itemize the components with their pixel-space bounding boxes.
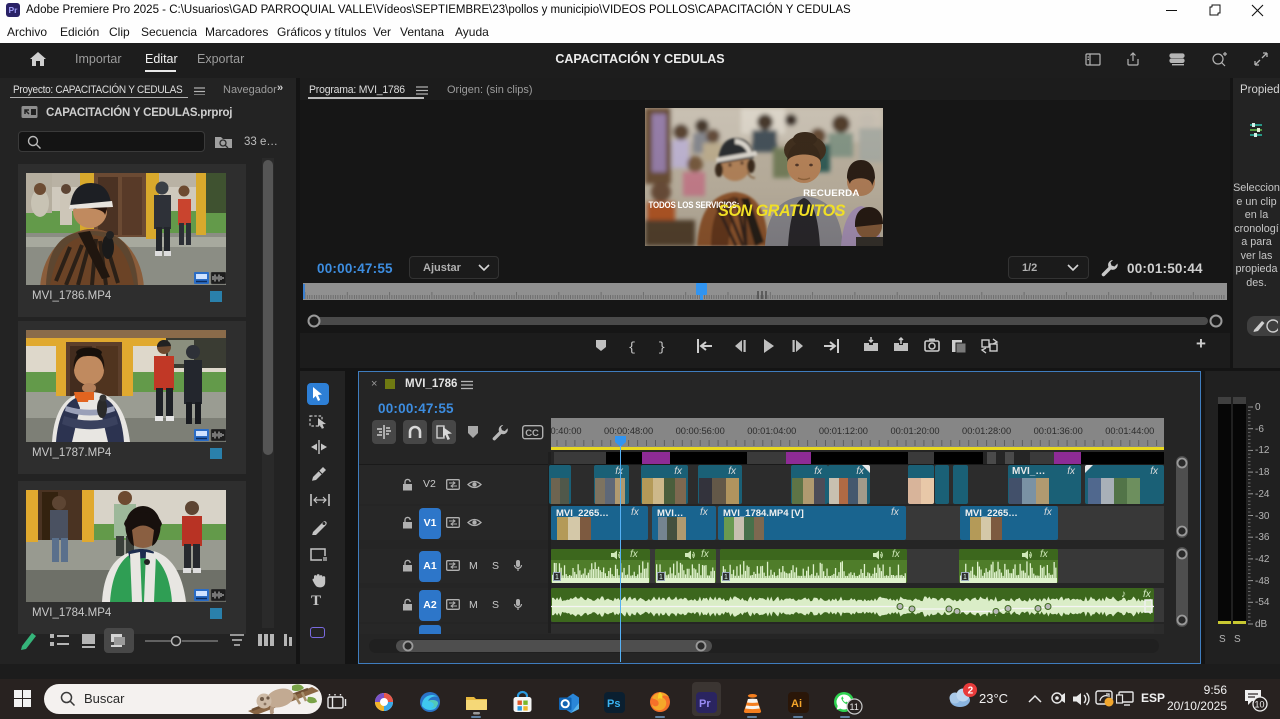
svg-text:Ai: Ai xyxy=(791,698,802,710)
svg-text:SON GRATUITOS: SON GRATUITOS xyxy=(718,201,845,220)
svg-text:}: } xyxy=(658,340,666,355)
svg-text:10: 10 xyxy=(1255,700,1265,710)
svg-text:11: 11 xyxy=(850,702,859,712)
svg-text:{: { xyxy=(628,340,636,355)
svg-text:00:00:48:00: 00:00:48:00 xyxy=(604,426,653,436)
svg-text:00:01:12:00: 00:01:12:00 xyxy=(819,426,868,436)
svg-text:RECUERDA: RECUERDA xyxy=(803,188,859,199)
svg-text:00:00:56:00: 00:00:56:00 xyxy=(676,426,725,436)
svg-text:2: 2 xyxy=(968,686,974,697)
svg-text:fx: fx xyxy=(1143,589,1152,600)
svg-text:Pr: Pr xyxy=(699,698,711,710)
svg-text:00:00:40:00: 00:00:40:00 xyxy=(551,426,582,436)
svg-text:00:01:44:00: 00:01:44:00 xyxy=(1105,426,1154,436)
svg-text:00:01:36:00: 00:01:36:00 xyxy=(1034,426,1083,436)
svg-text:00:01:04:00: 00:01:04:00 xyxy=(747,426,796,436)
svg-text:♪: ♪ xyxy=(1121,589,1126,600)
svg-text:Ps: Ps xyxy=(607,698,620,710)
svg-text:00:01:28:00: 00:01:28:00 xyxy=(962,426,1011,436)
svg-text:CC: CC xyxy=(525,428,539,439)
svg-text:00:01:20:00: 00:01:20:00 xyxy=(890,426,939,436)
